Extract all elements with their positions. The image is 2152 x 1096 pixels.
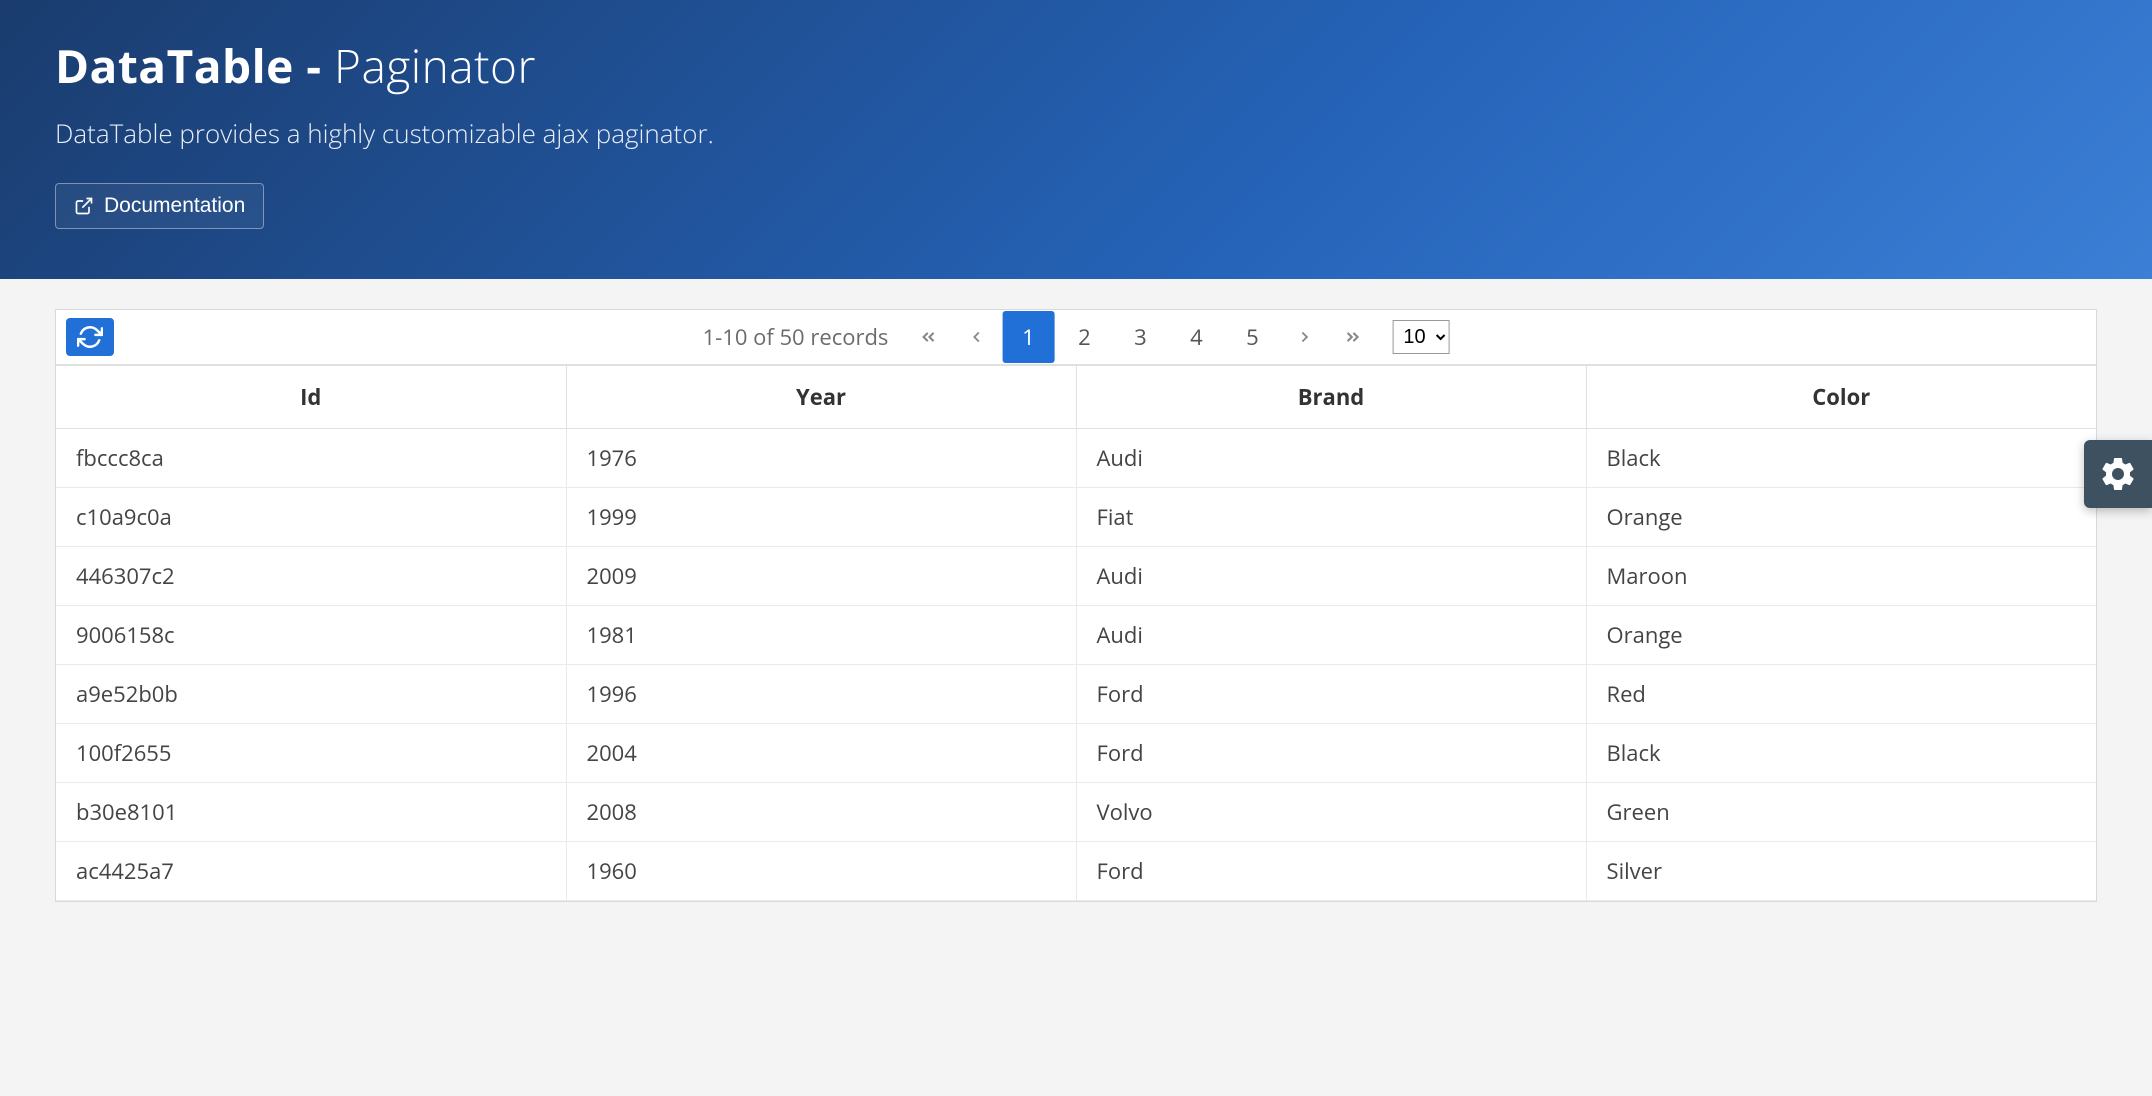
page-subtitle: DataTable provides a highly customizable… [55, 115, 2097, 151]
table-row[interactable]: c10a9c0a1999FiatOrange [56, 488, 2096, 547]
settings-button[interactable] [2084, 440, 2152, 508]
chevron-double-right-icon [1342, 327, 1362, 347]
cell-color: Black [1586, 429, 2096, 488]
page-number-3[interactable]: 3 [1114, 311, 1166, 363]
chevron-right-icon [1295, 328, 1313, 346]
page-number-4[interactable]: 4 [1170, 311, 1222, 363]
cell-color: Maroon [1586, 547, 2096, 606]
paginator-bar: 1-10 of 50 records 12345 10 [56, 310, 2096, 365]
cell-year: 1999 [566, 488, 1076, 547]
table-row[interactable]: 446307c22009AudiMaroon [56, 547, 2096, 606]
data-table: Id Year Brand Color fbccc8ca1976AudiBlac… [56, 365, 2096, 901]
column-header-id[interactable]: Id [56, 366, 566, 429]
external-link-icon [74, 196, 94, 216]
cell-color: Orange [1586, 606, 2096, 665]
page-number-2[interactable]: 2 [1058, 311, 1110, 363]
page-number-5[interactable]: 5 [1226, 311, 1278, 363]
page-number-1[interactable]: 1 [1002, 311, 1054, 363]
table-row[interactable]: fbccc8ca1976AudiBlack [56, 429, 2096, 488]
cell-id: ac4425a7 [56, 842, 566, 901]
cell-year: 1976 [566, 429, 1076, 488]
table-row[interactable]: b30e81012008VolvoGreen [56, 783, 2096, 842]
cell-id: 446307c2 [56, 547, 566, 606]
cell-brand: Audi [1076, 606, 1586, 665]
next-page-button[interactable] [1282, 315, 1326, 359]
first-page-button[interactable] [906, 315, 950, 359]
column-header-brand[interactable]: Brand [1076, 366, 1586, 429]
cell-brand: Ford [1076, 665, 1586, 724]
refresh-button[interactable] [66, 318, 114, 356]
table-row[interactable]: 9006158c1981AudiOrange [56, 606, 2096, 665]
cell-id: a9e52b0b [56, 665, 566, 724]
chevron-left-icon [967, 328, 985, 346]
datatable-panel: 1-10 of 50 records 12345 10 [55, 309, 2097, 902]
refresh-icon [77, 324, 103, 350]
cell-brand: Ford [1076, 724, 1586, 783]
cell-year: 1981 [566, 606, 1076, 665]
prev-page-button[interactable] [954, 315, 998, 359]
cell-brand: Volvo [1076, 783, 1586, 842]
gear-icon [2098, 454, 2138, 494]
cell-year: 2009 [566, 547, 1076, 606]
cell-color: Red [1586, 665, 2096, 724]
table-row[interactable]: 100f26552004FordBlack [56, 724, 2096, 783]
cell-id: b30e8101 [56, 783, 566, 842]
column-header-year[interactable]: Year [566, 366, 1076, 429]
table-row[interactable]: a9e52b0b1996FordRed [56, 665, 2096, 724]
cell-year: 1996 [566, 665, 1076, 724]
cell-brand: Audi [1076, 429, 1586, 488]
rows-per-page-select[interactable]: 10 [1392, 320, 1449, 354]
title-light: Paginator [334, 35, 536, 97]
documentation-button-label: Documentation [104, 194, 245, 218]
table-row[interactable]: ac4425a71960FordSilver [56, 842, 2096, 901]
cell-color: Silver [1586, 842, 2096, 901]
cell-year: 2008 [566, 783, 1076, 842]
cell-id: fbccc8ca [56, 429, 566, 488]
column-header-color[interactable]: Color [1586, 366, 2096, 429]
cell-color: Orange [1586, 488, 2096, 547]
page-hero: DataTable - Paginator DataTable provides… [0, 0, 2152, 279]
chevron-double-left-icon [918, 327, 938, 347]
cell-id: 100f2655 [56, 724, 566, 783]
cell-year: 2004 [566, 724, 1076, 783]
cell-color: Black [1586, 724, 2096, 783]
cell-brand: Fiat [1076, 488, 1586, 547]
cell-id: c10a9c0a [56, 488, 566, 547]
title-bold: DataTable [55, 35, 294, 97]
content-area: 1-10 of 50 records 12345 10 [0, 279, 2152, 902]
table-header-row: Id Year Brand Color [56, 366, 2096, 429]
page-title: DataTable - Paginator [55, 35, 2097, 97]
cell-year: 1960 [566, 842, 1076, 901]
last-page-button[interactable] [1330, 315, 1374, 359]
cell-color: Green [1586, 783, 2096, 842]
paginator-controls: 1-10 of 50 records 12345 10 [703, 311, 1450, 363]
title-separator: - [294, 35, 334, 97]
cell-brand: Ford [1076, 842, 1586, 901]
cell-id: 9006158c [56, 606, 566, 665]
documentation-button[interactable]: Documentation [55, 183, 264, 229]
cell-brand: Audi [1076, 547, 1586, 606]
paginator-status: 1-10 of 50 records [703, 322, 889, 352]
